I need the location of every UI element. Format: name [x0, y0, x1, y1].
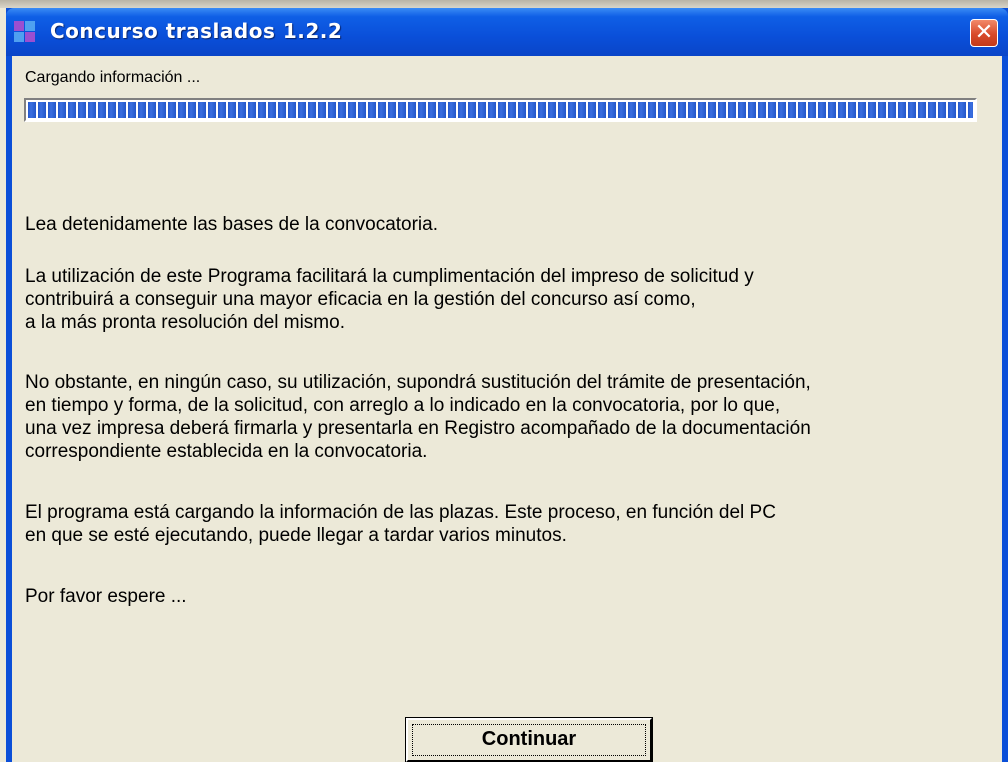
close-button[interactable]: ✕ [970, 19, 998, 47]
close-icon: ✕ [974, 20, 994, 45]
continue-button[interactable]: Continuar [405, 717, 653, 762]
loading-progress-bar [24, 98, 977, 122]
message-paragraph-3: No obstante, en ningún caso, su utilizac… [25, 372, 811, 462]
message-paragraph-4: El programa está cargando la información… [25, 502, 776, 546]
loading-status-text: Cargando información ... [25, 69, 201, 86]
dialog-window: Concurso traslados 1.2.2 ✕ Cargando info… [6, 8, 1008, 762]
message-paragraph-2: La utilización de este Programa facilita… [25, 266, 754, 333]
app-icon [14, 21, 36, 43]
background-window-strip [0, 0, 1008, 8]
message-paragraph-1: Lea detenidamente las bases de la convoc… [25, 214, 438, 235]
dialog-body: Cargando información ... Lea detenidamen… [12, 56, 1002, 762]
progress-fill [28, 102, 973, 118]
window-title: Concurso traslados 1.2.2 [50, 19, 343, 43]
focus-rectangle [412, 724, 646, 756]
title-bar[interactable]: Concurso traslados 1.2.2 ✕ [6, 8, 1008, 56]
message-paragraph-5: Por favor espere ... [25, 586, 187, 607]
